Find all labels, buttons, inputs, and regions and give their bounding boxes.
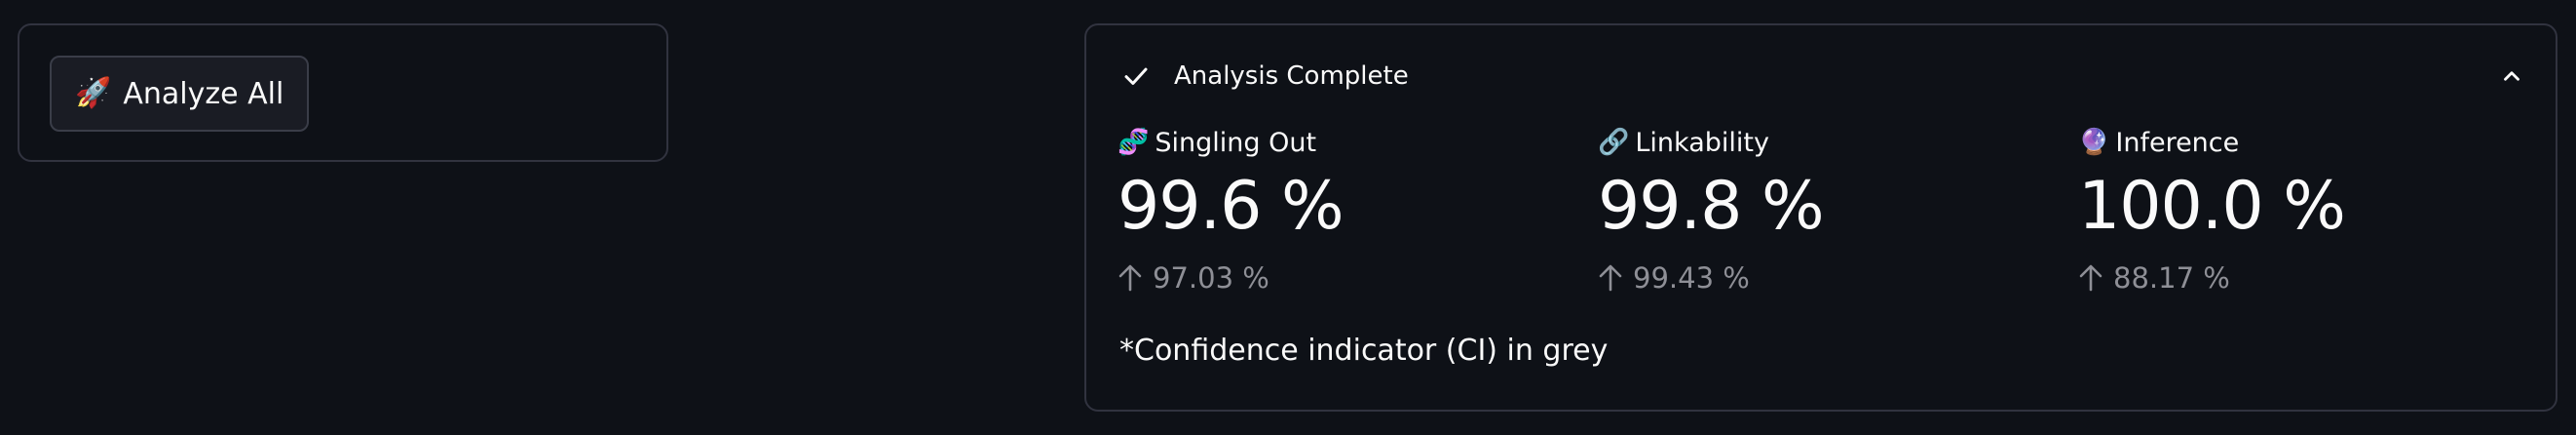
metric-linkability: 🔗 Linkability 99.8 % 99.43 % xyxy=(1598,121,2046,296)
confidence-footnote: *Confidence indicator (CI) in grey xyxy=(1119,334,1609,368)
rocket-icon: 🚀 xyxy=(75,76,112,110)
arrow-up-icon xyxy=(1118,264,1143,292)
metric-inference: 🔮 Inference 100.0 % 88.17 % xyxy=(2078,121,2526,296)
arrow-up-icon xyxy=(2078,264,2103,292)
metric-label: Inference xyxy=(2115,127,2240,158)
metric-label: Linkability xyxy=(1635,127,1769,158)
metric-delta: 97.03 % xyxy=(1118,261,1566,295)
analyze-all-label: Analyze All xyxy=(123,76,284,111)
analysis-results-expander: Analysis Complete 🧬 Singling Out 99.6 % … xyxy=(1084,23,2557,412)
metric-value: 99.8 % xyxy=(1598,168,1825,245)
actions-container: 🚀 Analyze All xyxy=(18,23,668,162)
metric-singling-out: 🧬 Singling Out 99.6 % 97.03 % xyxy=(1118,121,1566,296)
chevron-up-icon[interactable] xyxy=(2497,61,2526,91)
expander-title: Analysis Complete xyxy=(1174,61,1409,91)
metric-delta-value: 88.17 % xyxy=(2113,261,2230,295)
metric-delta-value: 97.03 % xyxy=(1153,261,1269,295)
link-icon: 🔗 xyxy=(1598,128,1630,157)
metric-delta: 99.43 % xyxy=(1598,261,2046,295)
metric-delta: 88.17 % xyxy=(2078,261,2526,295)
expander-header[interactable]: Analysis Complete xyxy=(1121,53,2526,99)
metric-label-row: 🔗 Linkability xyxy=(1598,121,2046,164)
metric-label-row: 🧬 Singling Out xyxy=(1118,121,1566,164)
analyze-all-button[interactable]: 🚀 Analyze All xyxy=(50,56,310,132)
arrow-up-icon xyxy=(1598,264,1623,292)
metric-value: 99.6 % xyxy=(1118,168,1345,245)
metric-value: 100.0 % xyxy=(2078,168,2346,245)
metric-label-row: 🔮 Inference xyxy=(2078,121,2526,164)
dna-icon: 🧬 xyxy=(1118,128,1150,157)
metric-label: Singling Out xyxy=(1155,127,1317,158)
check-icon xyxy=(1121,61,1151,91)
metric-delta-value: 99.43 % xyxy=(1633,261,1750,295)
crystal-ball-icon: 🔮 xyxy=(2078,128,2110,157)
